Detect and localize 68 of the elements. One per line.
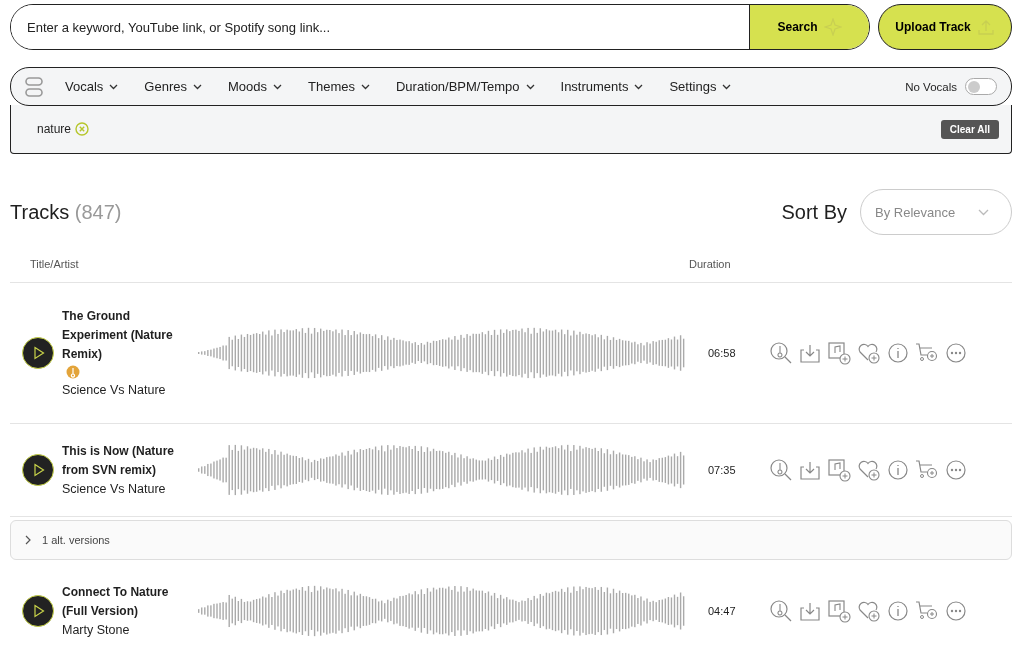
filter-dropdown[interactable]: Instruments xyxy=(560,79,644,94)
info-icon[interactable] xyxy=(887,459,909,481)
track-title[interactable]: The Ground Experiment (Nature Remix) xyxy=(62,306,184,364)
download-icon[interactable] xyxy=(799,600,821,622)
chevron-icon xyxy=(978,208,989,216)
chevron-icon xyxy=(192,83,202,90)
play-icon xyxy=(33,346,45,360)
filter-dropdown[interactable]: Vocals xyxy=(65,79,119,94)
download-icon[interactable] xyxy=(799,459,821,481)
add-to-cart-icon[interactable] xyxy=(915,459,939,481)
track-title[interactable]: Connect To Nature (Full Version) xyxy=(62,582,184,621)
artist-name[interactable]: Science Vs Nature xyxy=(62,479,184,499)
info-icon[interactable] xyxy=(887,342,909,364)
play-icon xyxy=(33,463,45,477)
column-header: Duration xyxy=(689,258,731,270)
filter-dropdown[interactable]: Duration/BPM/Tempo xyxy=(395,79,535,94)
clear-all-button[interactable]: Clear All xyxy=(940,119,999,139)
add-to-cart-icon[interactable] xyxy=(915,600,939,622)
column-header: Title/Artist xyxy=(30,258,79,270)
search-button[interactable]: Search xyxy=(749,5,869,49)
chevron-icon xyxy=(525,83,535,90)
more-icon[interactable] xyxy=(945,600,967,622)
add-to-playlist-icon[interactable] xyxy=(827,599,851,623)
chevron-icon xyxy=(634,83,644,90)
download-icon[interactable] xyxy=(799,342,821,364)
favorite-add-icon[interactable] xyxy=(857,458,881,482)
play-button[interactable] xyxy=(22,595,54,627)
music-search-icon[interactable] xyxy=(769,599,793,623)
track-count: (847) xyxy=(74,200,122,223)
filter-toggle-icon[interactable] xyxy=(25,76,43,97)
info-icon[interactable] xyxy=(887,600,909,622)
no-vocals-label: No Vocals xyxy=(905,80,957,93)
play-button[interactable] xyxy=(22,454,54,486)
alt-versions-row[interactable]: 1 alt. versions xyxy=(10,520,1012,560)
sort-by-label: Sort By xyxy=(781,200,847,224)
chevron-icon xyxy=(109,83,119,90)
chevron-right-icon xyxy=(25,535,32,545)
track-title[interactable]: This is Now (Nature from SVN remix) xyxy=(62,441,184,480)
music-search-icon[interactable] xyxy=(769,341,793,365)
more-icon[interactable] xyxy=(945,342,967,364)
remove-icon[interactable] xyxy=(75,122,90,136)
chevron-icon xyxy=(273,83,282,90)
badge-icon xyxy=(66,364,80,379)
search-field[interactable]: Enter a keyword, YouTube link, or Spotify song link... Search xyxy=(10,4,870,50)
tracks-heading: Tracks xyxy=(10,200,70,223)
add-to-cart-icon[interactable] xyxy=(915,342,939,364)
favorite-add-icon[interactable] xyxy=(857,341,881,365)
duration: 04:47 xyxy=(708,605,737,617)
play-button[interactable] xyxy=(22,337,54,369)
play-icon xyxy=(33,604,45,618)
duration: 06:58 xyxy=(708,347,737,359)
chevron-icon xyxy=(360,83,370,90)
no-vocals-toggle[interactable] xyxy=(965,78,997,95)
artist-name[interactable]: Marty Stone xyxy=(62,620,184,640)
chevron-icon xyxy=(722,83,732,90)
filter-dropdown[interactable]: Genres xyxy=(144,79,202,94)
filter-dropdown[interactable]: Settings xyxy=(669,79,732,94)
favorite-add-icon[interactable] xyxy=(857,599,881,623)
add-to-playlist-icon[interactable] xyxy=(827,341,851,365)
artist-name[interactable]: Science Vs Nature xyxy=(62,380,184,400)
filter-dropdown[interactable]: Moods xyxy=(227,79,282,94)
duration: 07:35 xyxy=(708,464,737,476)
more-icon[interactable] xyxy=(945,459,967,481)
music-search-icon[interactable] xyxy=(769,458,793,482)
filter-tag: nature xyxy=(37,122,72,136)
add-to-playlist-icon[interactable] xyxy=(827,458,851,482)
upload-track-button[interactable]: Upload Track xyxy=(878,4,1012,50)
filter-dropdown[interactable]: Themes xyxy=(308,79,370,94)
